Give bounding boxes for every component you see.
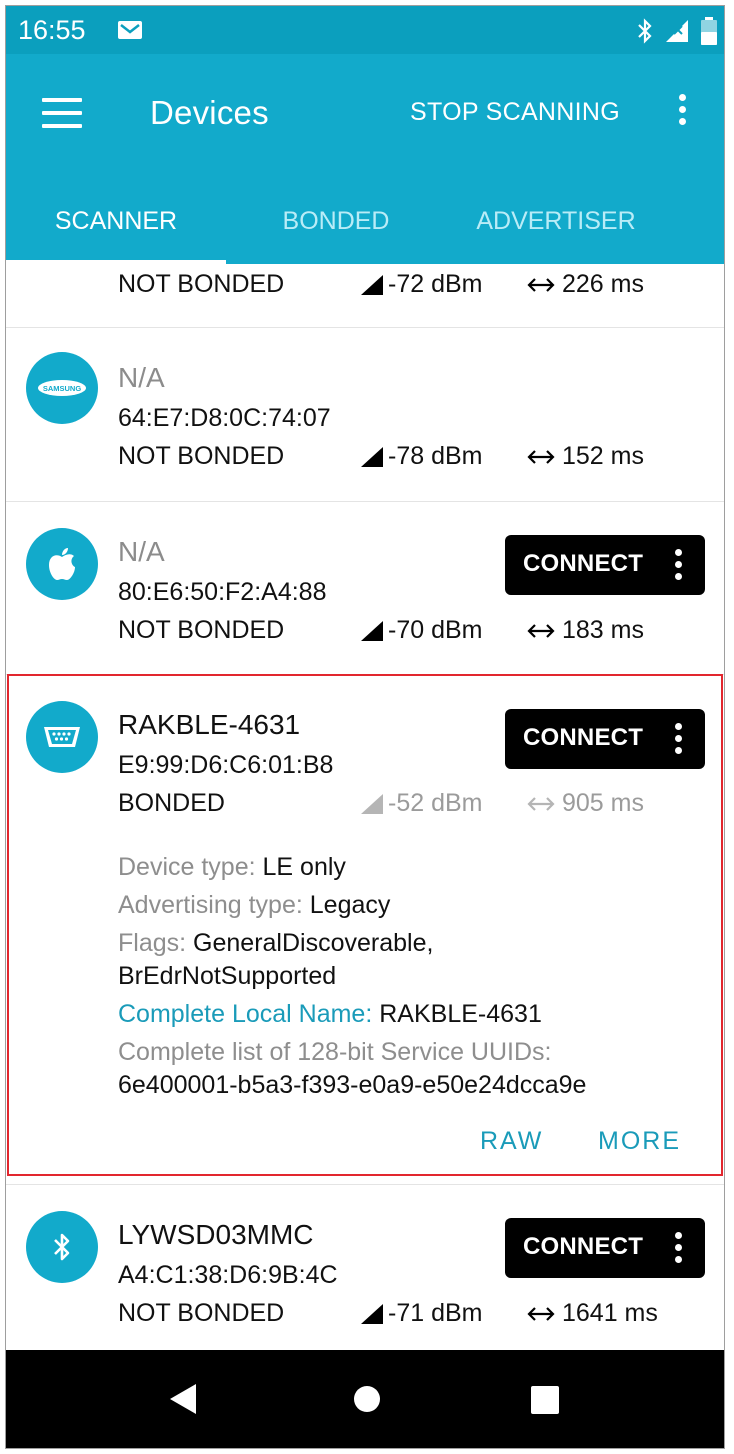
service-uuids-label: Complete list of 128-bit Service UUIDs:: [118, 1038, 552, 1066]
status-icons: [636, 16, 718, 51]
device-name: LYWSD03MMC: [118, 1219, 314, 1250]
navigation-bar: [6, 1350, 724, 1448]
svg-text:SAMSUNG: SAMSUNG: [43, 384, 82, 393]
connect-label: CONNECT: [523, 550, 644, 577]
bluetooth-icon: [26, 1211, 98, 1283]
status-bar: 16:55: [6, 6, 724, 54]
tab-bonded[interactable]: BONDED: [226, 194, 446, 264]
battery-icon: [700, 16, 718, 51]
adv-interval: 1641 ms: [526, 1299, 658, 1328]
list-item[interactable]: NOT BONDED -72 dBm 226 ms: [6, 264, 724, 328]
interval-arrows-icon: [527, 623, 555, 638]
tab-advertiser[interactable]: ADVERTISER: [446, 194, 666, 264]
interval-value: 1641 ms: [562, 1299, 658, 1327]
bluetooth-icon: [636, 17, 654, 50]
device-address: 80:E6:50:F2:A4:88: [118, 578, 327, 606]
interval-arrows-icon: [527, 449, 555, 464]
device-type-row: Device type: LE only: [118, 853, 346, 881]
adv-interval: 905 ms: [526, 789, 644, 818]
connect-button[interactable]: CONNECT: [505, 535, 705, 595]
bond-state: NOT BONDED: [118, 616, 285, 644]
overflow-menu-icon[interactable]: [672, 94, 692, 132]
more-button[interactable]: MORE: [598, 1127, 681, 1156]
rssi: -52 dBm: [360, 789, 482, 818]
rssi-value: -70 dBm: [388, 616, 483, 644]
raw-button[interactable]: RAW: [480, 1127, 543, 1156]
back-icon[interactable]: [168, 1382, 198, 1421]
rssi: -71 dBm: [360, 1299, 482, 1328]
app-bar: Devices STOP SCANNING SCANNER BONDED ADV…: [6, 54, 724, 264]
local-name-row: Complete Local Name: RAKBLE-4631: [118, 1000, 542, 1028]
device-address: 64:E7:D8:0C:74:07: [118, 404, 331, 432]
device-menu-icon[interactable]: [675, 1232, 685, 1268]
device-address: E9:99:D6:C6:01:B8: [118, 751, 334, 779]
device-list[interactable]: NOT BONDED -72 dBm 226 ms SAMSUNG N/A 64…: [6, 264, 724, 1350]
interval-arrows-icon: [527, 277, 555, 292]
rssi-value: -72 dBm: [388, 270, 483, 298]
interval-value: 183 ms: [562, 616, 644, 644]
list-item[interactable]: N/A 80:E6:50:F2:A4:88 NOT BONDED -70 dBm…: [6, 502, 724, 675]
bond-state: NOT BONDED: [118, 442, 285, 470]
serial-port-icon: [26, 701, 98, 773]
apple-icon: [26, 528, 98, 600]
rssi: -72 dBm: [360, 270, 482, 299]
device-name: N/A: [118, 536, 165, 567]
list-item[interactable]: SAMSUNG N/A 64:E7:D8:0C:74:07 NOT BONDED…: [6, 328, 724, 502]
device-menu-icon[interactable]: [675, 723, 685, 759]
home-icon[interactable]: [352, 1382, 382, 1421]
advertising-type-row: Advertising type: Legacy: [118, 891, 391, 919]
status-time: 16:55: [18, 15, 86, 45]
list-item-expanded[interactable]: RAKBLE-4631 E9:99:D6:C6:01:B8 BONDED -52…: [6, 675, 724, 1185]
signal-strength-icon: [361, 274, 383, 295]
device-name: RAKBLE-4631: [118, 709, 301, 740]
service-uuids-value: 6e400001-b5a3-f393-e0a9-e50e24dcca9e: [118, 1071, 587, 1099]
connect-label: CONNECT: [523, 1233, 644, 1260]
signal-strength-icon: [361, 793, 383, 814]
signal-strength-icon: [361, 446, 383, 467]
samsung-icon: SAMSUNG: [26, 352, 98, 424]
bond-state: BONDED: [118, 789, 225, 817]
recents-icon[interactable]: [530, 1385, 560, 1420]
device-address: A4:C1:38:D6:9B:4C: [118, 1261, 338, 1289]
page-title: Devices: [150, 94, 269, 131]
interval-value: 152 ms: [562, 442, 644, 470]
bond-state: NOT BONDED: [118, 1299, 285, 1327]
device-name: N/A: [118, 362, 165, 393]
menu-icon[interactable]: [42, 98, 82, 128]
device-menu-icon[interactable]: [675, 549, 685, 585]
tab-bar: SCANNER BONDED ADVERTISER: [6, 194, 724, 264]
rssi-value: -52 dBm: [388, 789, 483, 817]
rssi-value: -71 dBm: [388, 1299, 483, 1327]
connect-label: CONNECT: [523, 724, 644, 751]
signal-strength-icon: [361, 620, 383, 641]
flags-row-continued: BrEdrNotSupported: [118, 962, 337, 990]
interval-value: 905 ms: [562, 789, 644, 817]
list-item[interactable]: LYWSD03MMC A4:C1:38:D6:9B:4C NOT BONDED …: [6, 1185, 724, 1350]
advertising-details: Device type: LE only Advertising type: L…: [118, 851, 708, 1102]
bond-state: NOT BONDED: [118, 270, 285, 298]
interval-arrows-icon: [527, 1306, 555, 1321]
flags-row: Flags: GeneralDiscoverable,: [118, 929, 434, 957]
phone-screen: 16:55 Devices STOP SCANNING SCANNER BOND…: [5, 5, 725, 1449]
connect-button[interactable]: CONNECT: [505, 709, 705, 769]
rssi-value: -78 dBm: [388, 442, 483, 470]
tab-scanner[interactable]: SCANNER: [6, 194, 226, 264]
signal-strength-icon: [361, 1303, 383, 1324]
mail-icon: [117, 20, 143, 45]
connect-button[interactable]: CONNECT: [505, 1218, 705, 1278]
adv-interval: 152 ms: [526, 442, 644, 471]
adv-interval: 183 ms: [526, 616, 644, 645]
rssi: -70 dBm: [360, 616, 482, 645]
rssi: -78 dBm: [360, 442, 482, 471]
signal-icon: [664, 18, 690, 49]
interval-value: 226 ms: [562, 270, 644, 298]
adv-interval: 226 ms: [526, 270, 644, 299]
interval-arrows-icon: [527, 796, 555, 811]
stop-scanning-button[interactable]: STOP SCANNING: [410, 98, 620, 127]
